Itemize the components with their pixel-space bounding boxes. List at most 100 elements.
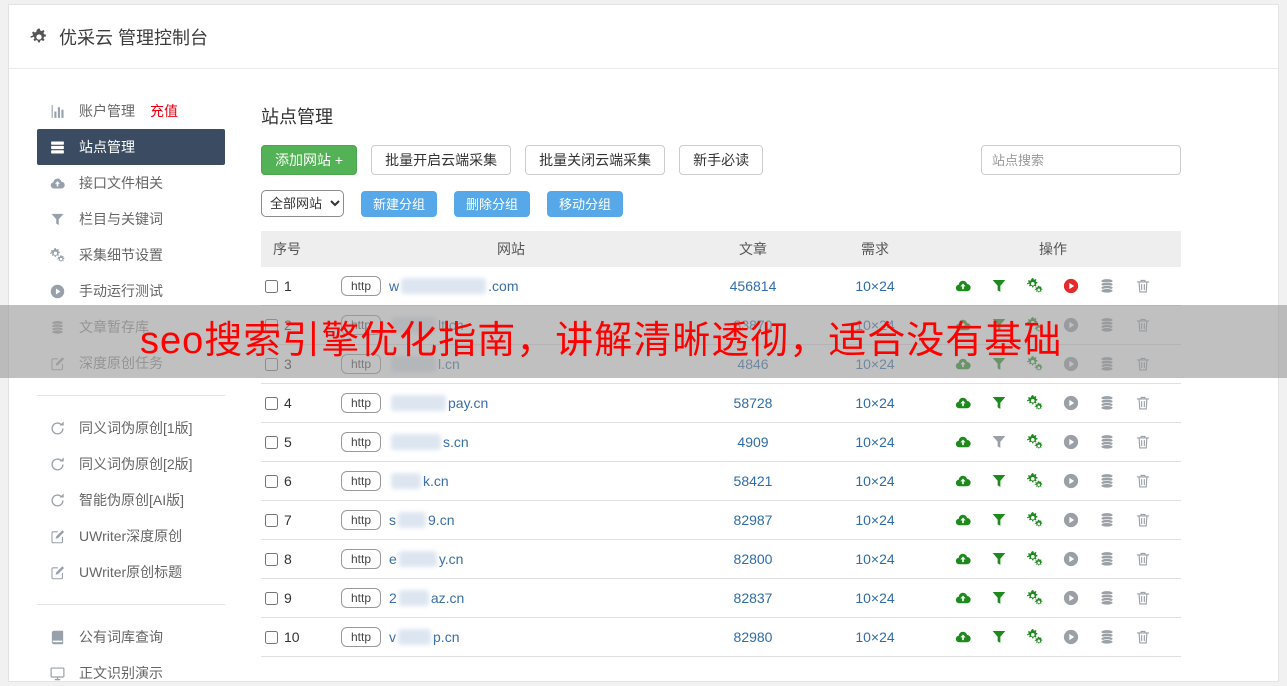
gears-icon[interactable] bbox=[1026, 433, 1044, 451]
row-checkbox[interactable] bbox=[265, 552, 278, 566]
site-domain-link[interactable]: w .com bbox=[389, 278, 518, 294]
group-filter-select[interactable]: 全部网站 bbox=[261, 190, 344, 217]
cloud-upload-icon[interactable] bbox=[954, 628, 972, 646]
site-domain-link[interactable]: pay.cn bbox=[389, 395, 488, 411]
sidebar-item-columns[interactable]: 栏目与关键词 bbox=[37, 201, 225, 237]
article-count[interactable]: 82800 bbox=[681, 551, 825, 567]
play-icon[interactable] bbox=[1062, 277, 1080, 295]
batch-close-button[interactable]: 批量关闭云端采集 bbox=[525, 145, 666, 175]
row-checkbox[interactable] bbox=[265, 630, 278, 644]
sidebar-item-syn1[interactable]: 同义词伪原创[1版] bbox=[37, 410, 225, 446]
trash-icon[interactable] bbox=[1134, 472, 1152, 490]
delete-group-button[interactable]: 删除分组 bbox=[454, 190, 531, 217]
play-icon[interactable] bbox=[1062, 433, 1080, 451]
site-domain-link[interactable]: k.cn bbox=[389, 473, 449, 489]
site-domain-link[interactable]: v p.cn bbox=[389, 629, 459, 645]
article-count[interactable]: 82980 bbox=[681, 629, 825, 645]
http-badge[interactable]: http bbox=[341, 393, 382, 413]
play-icon[interactable] bbox=[1062, 589, 1080, 607]
database-icon[interactable] bbox=[1098, 472, 1116, 490]
http-badge[interactable]: http bbox=[341, 432, 382, 452]
cloud-upload-icon[interactable] bbox=[954, 433, 972, 451]
article-count[interactable]: 82837 bbox=[681, 590, 825, 606]
sidebar-item-lexicon[interactable]: 公有词库查询 bbox=[37, 619, 225, 655]
gears-icon[interactable] bbox=[1026, 550, 1044, 568]
gears-icon[interactable] bbox=[1026, 472, 1044, 490]
database-icon[interactable] bbox=[1098, 628, 1116, 646]
article-count[interactable]: 58728 bbox=[681, 395, 825, 411]
cloud-upload-icon[interactable] bbox=[954, 394, 972, 412]
database-icon[interactable] bbox=[1098, 511, 1116, 529]
gears-icon[interactable] bbox=[1026, 589, 1044, 607]
sidebar-item-uw1[interactable]: UWriter深度原创 bbox=[37, 518, 225, 554]
filter-icon[interactable] bbox=[990, 472, 1008, 490]
add-site-button[interactable]: 添加网站 + bbox=[261, 145, 358, 175]
site-search-input[interactable] bbox=[981, 145, 1181, 175]
http-badge[interactable]: http bbox=[341, 510, 382, 530]
http-badge[interactable]: http bbox=[341, 471, 382, 491]
sidebar-item-demo[interactable]: 正文识别演示 bbox=[37, 655, 225, 686]
row-checkbox[interactable] bbox=[265, 279, 278, 293]
trash-icon[interactable] bbox=[1134, 628, 1152, 646]
play-icon[interactable] bbox=[1062, 550, 1080, 568]
cloud-upload-icon[interactable] bbox=[954, 511, 972, 529]
cloud-upload-icon[interactable] bbox=[954, 472, 972, 490]
newbie-guide-button[interactable]: 新手必读 bbox=[679, 145, 764, 175]
site-domain-link[interactable]: e y.cn bbox=[389, 551, 463, 567]
article-count[interactable]: 456814 bbox=[681, 278, 825, 294]
filter-icon[interactable] bbox=[990, 277, 1008, 295]
sidebar-item-account[interactable]: 账户管理 充值 bbox=[37, 93, 225, 129]
article-count[interactable]: 58421 bbox=[681, 473, 825, 489]
row-checkbox[interactable] bbox=[265, 474, 278, 488]
filter-icon[interactable] bbox=[990, 550, 1008, 568]
new-group-button[interactable]: 新建分组 bbox=[361, 190, 438, 217]
http-badge[interactable]: http bbox=[341, 627, 382, 647]
gears-icon[interactable] bbox=[1026, 511, 1044, 529]
play-icon[interactable] bbox=[1062, 628, 1080, 646]
trash-icon[interactable] bbox=[1134, 550, 1152, 568]
trash-icon[interactable] bbox=[1134, 394, 1152, 412]
recharge-link[interactable]: 充值 bbox=[150, 101, 178, 121]
sidebar-item-collect[interactable]: 采集细节设置 bbox=[37, 237, 225, 273]
filter-icon[interactable] bbox=[990, 628, 1008, 646]
site-domain-link[interactable]: s 9.cn bbox=[389, 512, 454, 528]
sidebar-item-manual[interactable]: 手动运行测试 bbox=[37, 273, 225, 309]
database-icon[interactable] bbox=[1098, 589, 1116, 607]
row-checkbox[interactable] bbox=[265, 591, 278, 605]
http-badge[interactable]: http bbox=[341, 588, 382, 608]
http-badge[interactable]: http bbox=[341, 549, 382, 569]
sidebar-item-api-file[interactable]: 接口文件相关 bbox=[37, 165, 225, 201]
article-count[interactable]: 82987 bbox=[681, 512, 825, 528]
sidebar-item-sites[interactable]: 站点管理 bbox=[37, 129, 225, 165]
filter-icon[interactable] bbox=[990, 589, 1008, 607]
trash-icon[interactable] bbox=[1134, 589, 1152, 607]
database-icon[interactable] bbox=[1098, 550, 1116, 568]
trash-icon[interactable] bbox=[1134, 511, 1152, 529]
play-icon[interactable] bbox=[1062, 394, 1080, 412]
cloud-upload-icon[interactable] bbox=[954, 550, 972, 568]
sidebar-item-uw2[interactable]: UWriter原创标题 bbox=[37, 554, 225, 590]
cloud-upload-icon[interactable] bbox=[954, 277, 972, 295]
sidebar-item-syn2[interactable]: 同义词伪原创[2版] bbox=[37, 446, 225, 482]
sidebar-item-ai[interactable]: 智能伪原创[AI版] bbox=[37, 482, 225, 518]
row-checkbox[interactable] bbox=[265, 513, 278, 527]
gears-icon[interactable] bbox=[1026, 628, 1044, 646]
article-count[interactable]: 4909 bbox=[681, 434, 825, 450]
http-badge[interactable]: http bbox=[341, 276, 382, 296]
filter-icon[interactable] bbox=[990, 433, 1008, 451]
database-icon[interactable] bbox=[1098, 394, 1116, 412]
gears-icon[interactable] bbox=[1026, 277, 1044, 295]
move-group-button[interactable]: 移动分组 bbox=[547, 190, 624, 217]
trash-icon[interactable] bbox=[1134, 433, 1152, 451]
filter-icon[interactable] bbox=[990, 394, 1008, 412]
cloud-upload-icon[interactable] bbox=[954, 589, 972, 607]
filter-icon[interactable] bbox=[990, 511, 1008, 529]
site-domain-link[interactable]: s.cn bbox=[389, 434, 469, 450]
site-domain-link[interactable]: 2 az.cn bbox=[389, 590, 464, 606]
play-icon[interactable] bbox=[1062, 472, 1080, 490]
batch-open-button[interactable]: 批量开启云端采集 bbox=[371, 145, 512, 175]
row-checkbox[interactable] bbox=[265, 435, 278, 449]
row-checkbox[interactable] bbox=[265, 396, 278, 410]
trash-icon[interactable] bbox=[1134, 277, 1152, 295]
play-icon[interactable] bbox=[1062, 511, 1080, 529]
